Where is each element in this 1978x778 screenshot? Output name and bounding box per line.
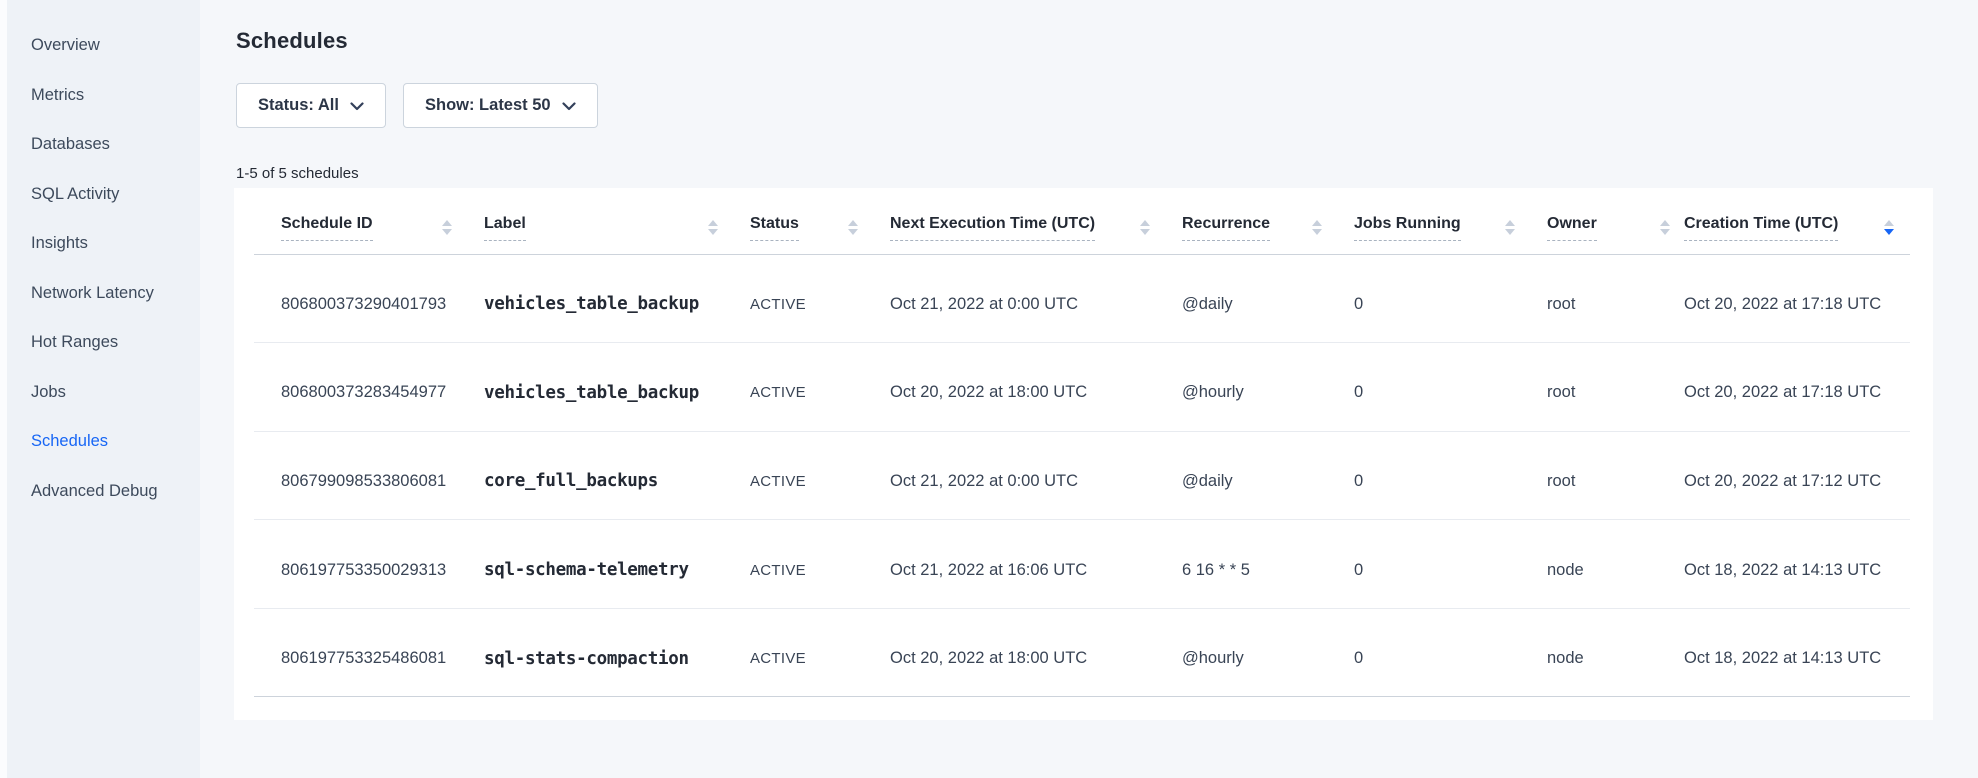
- schedule-label-cell: vehicles_table_backup: [484, 343, 750, 432]
- table-row: 806197753325486081 sql-stats-compaction …: [254, 608, 1910, 697]
- sort-icon[interactable]: [708, 220, 718, 235]
- recurrence-cell: @daily: [1182, 431, 1354, 520]
- sidebar-item-hot-ranges[interactable]: Hot Ranges: [0, 318, 200, 368]
- table-header-row: Schedule ID Label Status Next Execution …: [254, 188, 1910, 254]
- schedule-id-cell: 806800373283454977: [254, 343, 484, 432]
- page-left-edge: [0, 0, 7, 778]
- chevron-down-icon: [350, 97, 364, 116]
- next-execution-cell: Oct 21, 2022 at 16:06 UTC: [890, 520, 1182, 609]
- filter-bar: Status: All Show: Latest 50: [236, 83, 598, 128]
- column-header-label: Schedule ID: [281, 215, 373, 241]
- recurrence-cell: @hourly: [1182, 343, 1354, 432]
- schedule-label-cell: sql-schema-telemetry: [484, 520, 750, 609]
- status-cell: ACTIVE: [750, 254, 890, 343]
- jobs-running-cell: 0: [1354, 343, 1547, 432]
- creation-time-cell: Oct 20, 2022 at 17:18 UTC: [1684, 254, 1910, 343]
- column-header-label: Jobs Running: [1354, 215, 1461, 241]
- status-filter-label: Status: All: [258, 96, 339, 115]
- column-header-label-col[interactable]: Label: [484, 188, 750, 254]
- owner-cell: root: [1547, 431, 1684, 520]
- sidebar-item-insights[interactable]: Insights: [0, 219, 200, 269]
- schedule-id-cell: 806197753325486081: [254, 608, 484, 697]
- sort-icon[interactable]: [1505, 220, 1515, 235]
- column-header-label: Status: [750, 215, 799, 241]
- schedule-id-cell: 806799098533806081: [254, 431, 484, 520]
- owner-cell: root: [1547, 254, 1684, 343]
- column-header-creation-time[interactable]: Creation Time (UTC): [1684, 188, 1910, 254]
- status-cell: ACTIVE: [750, 343, 890, 432]
- sidebar-item-overview[interactable]: Overview: [0, 21, 200, 71]
- column-header-recurrence[interactable]: Recurrence: [1182, 188, 1354, 254]
- creation-time-cell: Oct 18, 2022 at 14:13 UTC: [1684, 608, 1910, 697]
- owner-cell: root: [1547, 343, 1684, 432]
- show-filter-dropdown[interactable]: Show: Latest 50: [403, 83, 598, 128]
- status-cell: ACTIVE: [750, 431, 890, 520]
- sidebar-item-sql-activity[interactable]: SQL Activity: [0, 170, 200, 220]
- sort-icon[interactable]: [1140, 220, 1150, 235]
- column-header-next-execution-time[interactable]: Next Execution Time (UTC): [890, 188, 1182, 254]
- sort-icon[interactable]: [848, 220, 858, 235]
- schedule-label-cell: core_full_backups: [484, 431, 750, 520]
- recurrence-cell: 6 16 * * 5: [1182, 520, 1354, 609]
- table-row: 806197753350029313 sql-schema-telemetry …: [254, 520, 1910, 609]
- schedule-id-cell: 806197753350029313: [254, 520, 484, 609]
- column-header-label: Creation Time (UTC): [1684, 215, 1838, 241]
- schedules-table: Schedule ID Label Status Next Execution …: [254, 188, 1910, 697]
- sort-descending-icon[interactable]: [1884, 220, 1894, 235]
- status-cell: ACTIVE: [750, 608, 890, 697]
- next-execution-cell: Oct 21, 2022 at 0:00 UTC: [890, 254, 1182, 343]
- jobs-running-cell: 0: [1354, 431, 1547, 520]
- sidebar-item-schedules[interactable]: Schedules: [0, 417, 200, 467]
- column-header-label: Recurrence: [1182, 215, 1270, 241]
- column-header-status[interactable]: Status: [750, 188, 890, 254]
- recurrence-cell: @hourly: [1182, 608, 1354, 697]
- status-filter-dropdown[interactable]: Status: All: [236, 83, 386, 128]
- table-row: 806800373283454977 vehicles_table_backup…: [254, 343, 1910, 432]
- schedule-label-cell: sql-stats-compaction: [484, 608, 750, 697]
- next-execution-cell: Oct 21, 2022 at 0:00 UTC: [890, 431, 1182, 520]
- schedule-label-cell: vehicles_table_backup: [484, 254, 750, 343]
- column-header-jobs-running[interactable]: Jobs Running: [1354, 188, 1547, 254]
- owner-cell: node: [1547, 520, 1684, 609]
- page-title: Schedules: [236, 28, 348, 54]
- sort-icon[interactable]: [1312, 220, 1322, 235]
- column-header-label: Next Execution Time (UTC): [890, 215, 1095, 241]
- chevron-down-icon: [562, 97, 576, 116]
- status-cell: ACTIVE: [750, 520, 890, 609]
- sidebar-item-databases[interactable]: Databases: [0, 120, 200, 170]
- schedule-id-cell: 806800373290401793: [254, 254, 484, 343]
- sort-icon[interactable]: [442, 220, 452, 235]
- column-header-label: Label: [484, 215, 526, 241]
- next-execution-cell: Oct 20, 2022 at 18:00 UTC: [890, 608, 1182, 697]
- recurrence-cell: @daily: [1182, 254, 1354, 343]
- column-header-label: Owner: [1547, 215, 1597, 241]
- creation-time-cell: Oct 20, 2022 at 17:12 UTC: [1684, 431, 1910, 520]
- sidebar-item-network-latency[interactable]: Network Latency: [0, 269, 200, 319]
- jobs-running-cell: 0: [1354, 520, 1547, 609]
- sidebar-item-jobs[interactable]: Jobs: [0, 368, 200, 418]
- table-row: 806799098533806081 core_full_backups ACT…: [254, 431, 1910, 520]
- table-row: 806800373290401793 vehicles_table_backup…: [254, 254, 1910, 343]
- column-header-owner[interactable]: Owner: [1547, 188, 1684, 254]
- results-count: 1-5 of 5 schedules: [236, 165, 359, 182]
- sort-icon[interactable]: [1660, 220, 1670, 235]
- column-header-schedule-id[interactable]: Schedule ID: [254, 188, 484, 254]
- sidebar-item-advanced-debug[interactable]: Advanced Debug: [0, 467, 200, 517]
- sidebar-nav: Overview Metrics Databases SQL Activity …: [0, 0, 200, 778]
- schedules-table-card: Schedule ID Label Status Next Execution …: [234, 188, 1933, 720]
- jobs-running-cell: 0: [1354, 254, 1547, 343]
- creation-time-cell: Oct 20, 2022 at 17:18 UTC: [1684, 343, 1910, 432]
- sidebar-item-metrics[interactable]: Metrics: [0, 71, 200, 121]
- next-execution-cell: Oct 20, 2022 at 18:00 UTC: [890, 343, 1182, 432]
- jobs-running-cell: 0: [1354, 608, 1547, 697]
- owner-cell: node: [1547, 608, 1684, 697]
- main-content: Schedules Status: All Show: Latest 50 1-…: [200, 0, 1978, 778]
- show-filter-label: Show: Latest 50: [425, 96, 551, 115]
- creation-time-cell: Oct 18, 2022 at 14:13 UTC: [1684, 520, 1910, 609]
